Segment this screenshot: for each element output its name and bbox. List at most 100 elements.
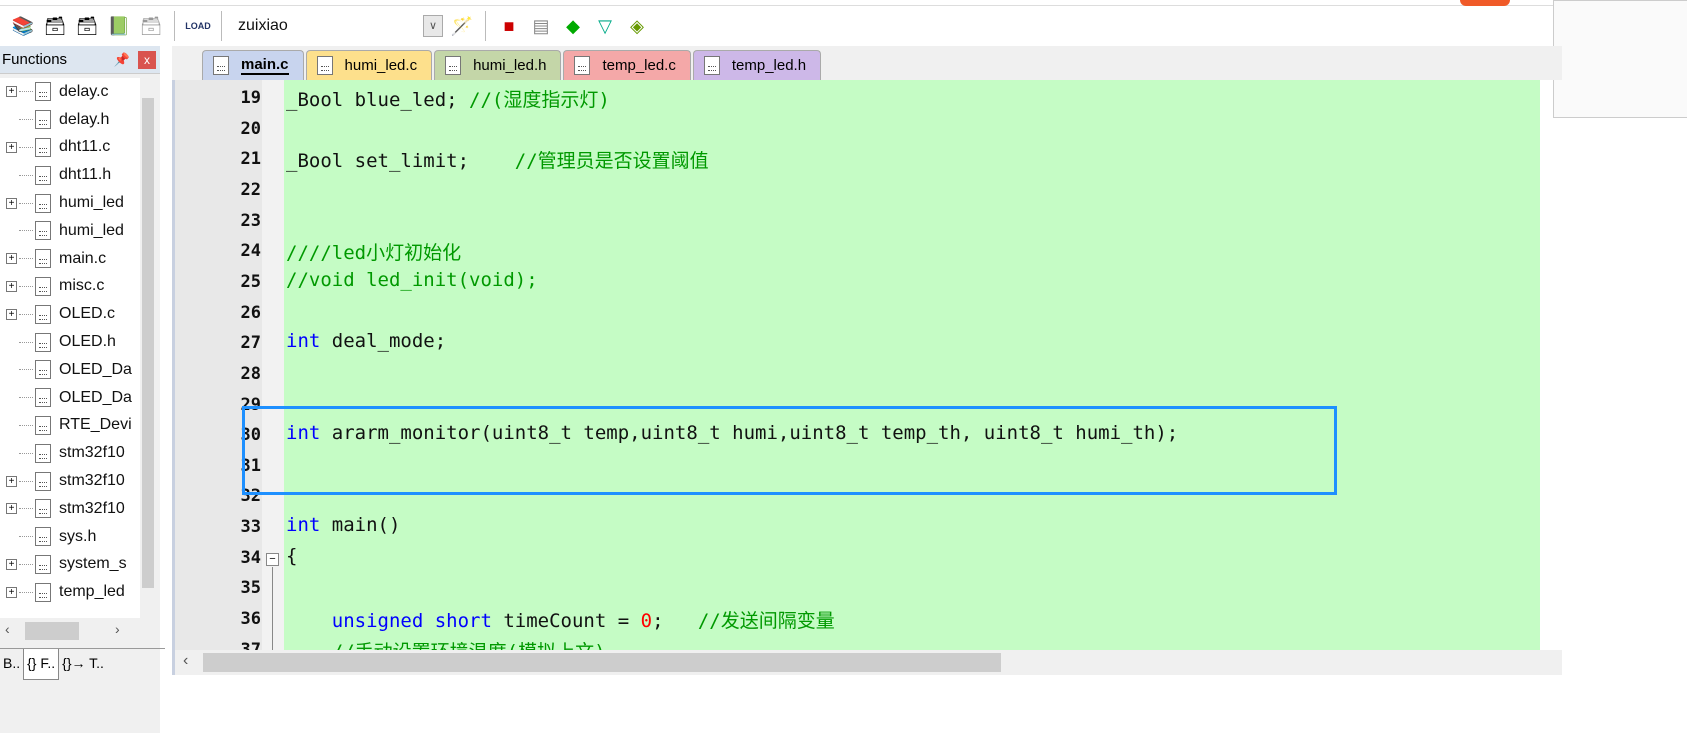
code-line: ////led小灯初始化 — [286, 238, 461, 265]
scroll-right-icon[interactable]: › — [115, 621, 120, 637]
line-number: 26 — [240, 302, 261, 323]
tree-item[interactable]: + stm32f10 — [0, 495, 140, 523]
expand-icon[interactable]: + — [6, 141, 17, 153]
filter-icon[interactable]: ▽ — [592, 13, 618, 39]
file-icon — [35, 304, 51, 324]
manage-project-icon[interactable]: ■ — [496, 13, 522, 39]
file-icon — [35, 415, 51, 435]
tab-temp_led-c[interactable]: temp_led.c — [563, 50, 691, 80]
fold-line — [272, 567, 273, 650]
batch-icon[interactable]: 📗 — [106, 13, 132, 39]
code-line: _Bool blue_led; //(湿度指示灯) — [286, 85, 610, 112]
tree-item[interactable]: dht11.h — [0, 161, 140, 189]
batch-build-icon[interactable]: 📚 — [10, 13, 36, 39]
build-icon[interactable]: 🗃 — [42, 13, 68, 39]
code-line: int main() — [286, 514, 400, 536]
tree-item[interactable]: delay.h — [0, 106, 140, 134]
tab-humi_led-c[interactable]: humi_led.c — [305, 50, 433, 80]
tree-item[interactable]: + main.c — [0, 245, 140, 273]
tree-item[interactable]: + humi_led — [0, 189, 140, 217]
rte-icon[interactable]: ◈ — [624, 13, 650, 39]
tree-item-label: OLED_Da — [59, 360, 132, 378]
tree-item[interactable]: + temp_led — [0, 578, 140, 606]
comment: //管理员是否设置阈值 — [514, 150, 709, 173]
tree-line — [19, 536, 33, 538]
code-text: _Bool blue_led; — [286, 89, 470, 111]
select-packs-icon[interactable]: ▤ — [528, 13, 554, 39]
scroll-left-icon[interactable]: ‹ — [183, 652, 188, 670]
expand-icon[interactable]: + — [6, 586, 17, 598]
line-number: 23 — [240, 210, 261, 231]
target-select[interactable]: zuixiao — [232, 17, 417, 35]
pin-icon[interactable]: 📌 — [114, 52, 130, 68]
horizontal-scrollbar[interactable]: ‹ › — [0, 618, 156, 644]
scroll-left-icon[interactable]: ‹ — [5, 621, 10, 637]
tree-item[interactable]: + system_s — [0, 551, 140, 579]
tab-temp_led-h[interactable]: temp_led.h — [692, 50, 822, 80]
expand-icon[interactable]: + — [6, 253, 17, 265]
scrollbar-thumb[interactable] — [25, 622, 79, 640]
scrollbar-thumb[interactable] — [203, 653, 1001, 672]
highlight-box — [242, 406, 1337, 495]
keyword: int — [286, 514, 321, 537]
load-icon[interactable]: LOAD — [185, 13, 211, 39]
tree-line — [19, 285, 33, 287]
tree-item[interactable]: OLED_Da — [0, 384, 140, 412]
tree-item[interactable]: humi_led — [0, 217, 140, 245]
tab-books[interactable]: B.. — [0, 649, 23, 680]
tree-item[interactable]: + dht11.c — [0, 134, 140, 162]
scrollbar-thumb[interactable] — [142, 98, 154, 588]
tree-item[interactable]: + delay.c — [0, 78, 140, 106]
tree-line — [19, 313, 33, 315]
tree-item[interactable]: + misc.c — [0, 273, 140, 301]
panel-header: Functions 📌 x — [0, 46, 160, 74]
tree-item[interactable]: OLED_Da — [0, 356, 140, 384]
line-number: 24 — [240, 241, 261, 262]
line-number: 21 — [240, 149, 261, 170]
expand-icon[interactable]: + — [6, 558, 17, 570]
tab-functions[interactable]: {} F.. — [23, 649, 60, 680]
file-icon — [35, 82, 51, 102]
close-icon[interactable]: x — [138, 50, 156, 69]
fold-collapse-icon[interactable]: − — [266, 553, 279, 566]
target-options-icon[interactable]: 🪄 — [449, 13, 475, 39]
tab-main-c[interactable]: main.c — [202, 50, 304, 80]
tree-item[interactable]: sys.h — [0, 523, 140, 551]
tree-item[interactable]: + stm32f10 — [0, 467, 140, 495]
expand-icon[interactable]: + — [6, 280, 17, 292]
expand-icon[interactable]: + — [6, 86, 17, 98]
expand-icon[interactable]: + — [6, 197, 17, 209]
tab-label: humi_led.c — [344, 57, 418, 74]
file-icon — [445, 56, 462, 75]
code-editor[interactable]: − 19 _Bool blue_led; //(湿度指示灯) 20 21 _Bool s… — [172, 80, 1540, 650]
vertical-scrollbar[interactable] — [140, 78, 156, 618]
file-tree: + delay.c delay.h + dht11.c dht11.h + humi_ledh… — [0, 78, 140, 618]
tab-humi_led-h[interactable]: humi_led.h — [434, 50, 562, 80]
tree-item[interactable]: + OLED.c — [0, 300, 140, 328]
expand-icon[interactable]: + — [6, 308, 17, 320]
file-icon — [35, 221, 51, 241]
tree-item[interactable]: stm32f10 — [0, 439, 140, 467]
rebuild-icon[interactable]: 🗃 — [74, 13, 100, 39]
tree-item[interactable]: OLED.h — [0, 328, 140, 356]
code-text: ; — [652, 610, 698, 633]
file-icon — [35, 471, 51, 491]
expand-icon[interactable]: + — [6, 475, 17, 487]
chevron-down-icon[interactable]: ∨ — [423, 15, 443, 37]
tree-item-label: humi_led — [59, 221, 124, 239]
pack-installer-icon[interactable]: ◆ — [560, 13, 586, 39]
stop-build-icon[interactable]: 🗃 — [138, 13, 164, 39]
code-text: main() — [320, 514, 401, 537]
tree-item-label: sys.h — [59, 527, 97, 545]
side-panel — [1553, 0, 1687, 118]
separator — [221, 11, 222, 41]
code-text: _Bool set_limit; — [286, 150, 515, 173]
expand-icon[interactable]: + — [6, 503, 17, 515]
tab-templates[interactable]: {}→ T.. — [59, 649, 107, 680]
tree-item[interactable]: RTE_Devi — [0, 412, 140, 440]
code-text: deal_mode; — [320, 330, 447, 353]
file-icon — [35, 388, 51, 408]
editor-horizontal-scrollbar[interactable]: ‹ — [172, 650, 1562, 675]
keyword: int — [286, 330, 321, 353]
